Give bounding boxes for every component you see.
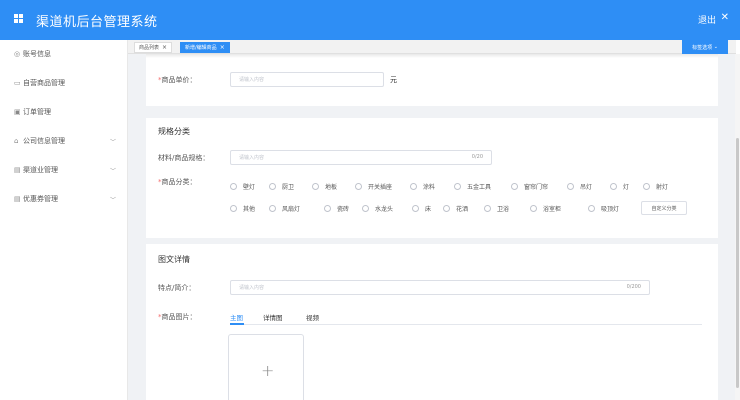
category-radio[interactable]: 开关插座 xyxy=(355,182,392,191)
category-radio[interactable]: 吸顶灯 xyxy=(588,204,619,213)
category-radio[interactable]: 花洒 xyxy=(443,204,468,213)
category-radio[interactable]: 壁灯 xyxy=(230,182,255,191)
custom-category-button[interactable]: 自定义分类 xyxy=(641,201,687,215)
tab-label: 新增/编辑商品 xyxy=(185,45,217,51)
sidebar-item-label: 自营商品管理 xyxy=(23,79,65,87)
tab-bar: 商品列表 × 新增/编辑商品 × 标签选项 ⌄ xyxy=(128,40,736,54)
category-radio[interactable]: 浴室柜 xyxy=(530,204,561,213)
tab-video[interactable]: 视频 xyxy=(306,312,319,322)
input-placeholder: 请输入内容 xyxy=(239,77,265,83)
category-radio[interactable]: 地板 xyxy=(312,182,337,191)
category-radio[interactable]: 水龙头 xyxy=(362,204,393,213)
section-title: 规格分类 xyxy=(158,127,190,136)
category-radio[interactable]: 瓷砖 xyxy=(324,204,349,213)
chevron-down-icon: ﹀ xyxy=(109,196,116,204)
price-unit: 元 xyxy=(390,76,397,84)
tab-options-label: 标签选项 xyxy=(692,44,713,51)
category-radio[interactable]: 窗帘门帘 xyxy=(511,182,548,191)
category-radio[interactable]: 床 xyxy=(412,204,431,213)
price-input[interactable]: 请输入内容 xyxy=(230,72,384,87)
price-label: *商品单价： xyxy=(158,76,197,84)
feature-input[interactable]: 请输入内容 0/200 xyxy=(230,280,650,295)
category-label: *商品分类： xyxy=(158,178,197,186)
app-title: 渠道机后台管理系统 xyxy=(36,14,158,30)
detail-card: 图文详情 特点/简介： 请输入内容 0/200 *商品图片： 主图 详情图 视频… xyxy=(146,244,718,400)
sidebar-item-coupons[interactable]: ▤ 优惠券管理 ﹀ xyxy=(14,192,122,206)
sidebar-item-channel[interactable]: ▤ 渠道业管理 ﹀ xyxy=(14,163,122,177)
sidebar-item-label: 订单管理 xyxy=(23,108,51,116)
tab-detail-image[interactable]: 详情图 xyxy=(263,312,283,322)
active-tab-indicator xyxy=(230,323,244,325)
category-radio[interactable]: 涂料 xyxy=(410,182,435,191)
tab-options-dropdown[interactable]: 标签选项 ⌄ xyxy=(682,40,728,54)
sidebar-item-self-products[interactable]: ▭ 自营商品管理 xyxy=(14,76,122,90)
order-icon: ▣ xyxy=(14,108,21,116)
sidebar-item-label: 账号信息 xyxy=(23,50,51,58)
logout-button[interactable]: 退出 xyxy=(698,13,716,26)
tab-main-image[interactable]: 主图 xyxy=(230,312,243,322)
chevron-down-icon: ﹀ xyxy=(109,138,116,146)
category-radio[interactable]: 五金工具 xyxy=(454,182,491,191)
sidebar-item-label: 优惠券管理 xyxy=(23,195,58,203)
box-icon: ▭ xyxy=(14,79,21,87)
material-label: 材料/商品规格： xyxy=(158,154,210,162)
sidebar-item-company-info[interactable]: ⌂ 公司信息管理 ﹀ xyxy=(14,134,122,148)
main-content: *商品单价： 请输入内容 元 规格分类 材料/商品规格： 请输入内容 0/20 … xyxy=(128,54,736,400)
tab-edit-product[interactable]: 新增/编辑商品 × xyxy=(180,42,230,53)
tab-label: 商品列表 xyxy=(139,45,160,51)
image-label: *商品图片： xyxy=(158,313,197,321)
chevron-down-icon: ⌄ xyxy=(713,44,718,50)
tab-product-list[interactable]: 商品列表 × xyxy=(134,42,173,53)
sidebar-item-label: 渠道业管理 xyxy=(23,166,58,174)
scrollbar[interactable] xyxy=(735,54,740,400)
grid-logo-icon xyxy=(14,14,32,26)
plus-icon: + xyxy=(261,361,275,380)
feature-label: 特点/简介： xyxy=(158,284,196,292)
tab-underline xyxy=(230,324,702,325)
image-upload-area[interactable]: + xyxy=(228,334,304,400)
category-radio[interactable]: 风扇灯 xyxy=(269,204,300,213)
close-icon[interactable]: × xyxy=(220,44,225,51)
fullscreen-icon[interactable]: ✕ xyxy=(721,12,729,23)
category-radio[interactable]: 卫浴 xyxy=(484,204,509,213)
category-radio[interactable]: 射灯 xyxy=(643,182,668,191)
char-counter: 0/20 xyxy=(471,154,483,160)
building-icon: ⌂ xyxy=(14,137,19,145)
material-input[interactable]: 请输入内容 0/20 xyxy=(230,150,492,165)
price-card: *商品单价： 请输入内容 元 xyxy=(146,54,718,106)
card-edge xyxy=(146,54,718,58)
scrollbar-thumb[interactable] xyxy=(736,138,739,388)
category-radio[interactable]: 其他 xyxy=(230,204,255,213)
spec-card: 规格分类 材料/商品规格： 请输入内容 0/20 *商品分类： 壁灯 厨卫 地板… xyxy=(146,118,718,238)
user-icon: ◎ xyxy=(14,50,21,58)
char-counter: 0/200 xyxy=(626,284,641,290)
input-placeholder: 请输入内容 xyxy=(239,155,265,161)
category-radio[interactable]: 吊灯 xyxy=(567,182,592,191)
sidebar-item-account-info[interactable]: ◎ 账号信息 xyxy=(14,47,122,61)
sidebar-item-label: 公司信息管理 xyxy=(23,137,65,145)
input-placeholder: 请输入内容 xyxy=(239,285,265,291)
sidebar-item-orders[interactable]: ▣ 订单管理 xyxy=(14,105,122,119)
section-title: 图文详情 xyxy=(158,255,190,264)
category-radio[interactable]: 灯 xyxy=(610,182,629,191)
chevron-down-icon: ﹀ xyxy=(109,167,116,175)
coupon-icon: ▤ xyxy=(14,195,21,203)
channel-icon: ▤ xyxy=(14,166,21,174)
close-icon[interactable]: × xyxy=(162,44,167,51)
app-header: 渠道机后台管理系统 退出 ✕ xyxy=(0,0,740,40)
category-radio[interactable]: 厨卫 xyxy=(269,182,294,191)
sidebar: ◎ 账号信息 ▭ 自营商品管理 ▣ 订单管理 ⌂ 公司信息管理 ﹀ ▤ 渠道业管… xyxy=(0,40,128,400)
